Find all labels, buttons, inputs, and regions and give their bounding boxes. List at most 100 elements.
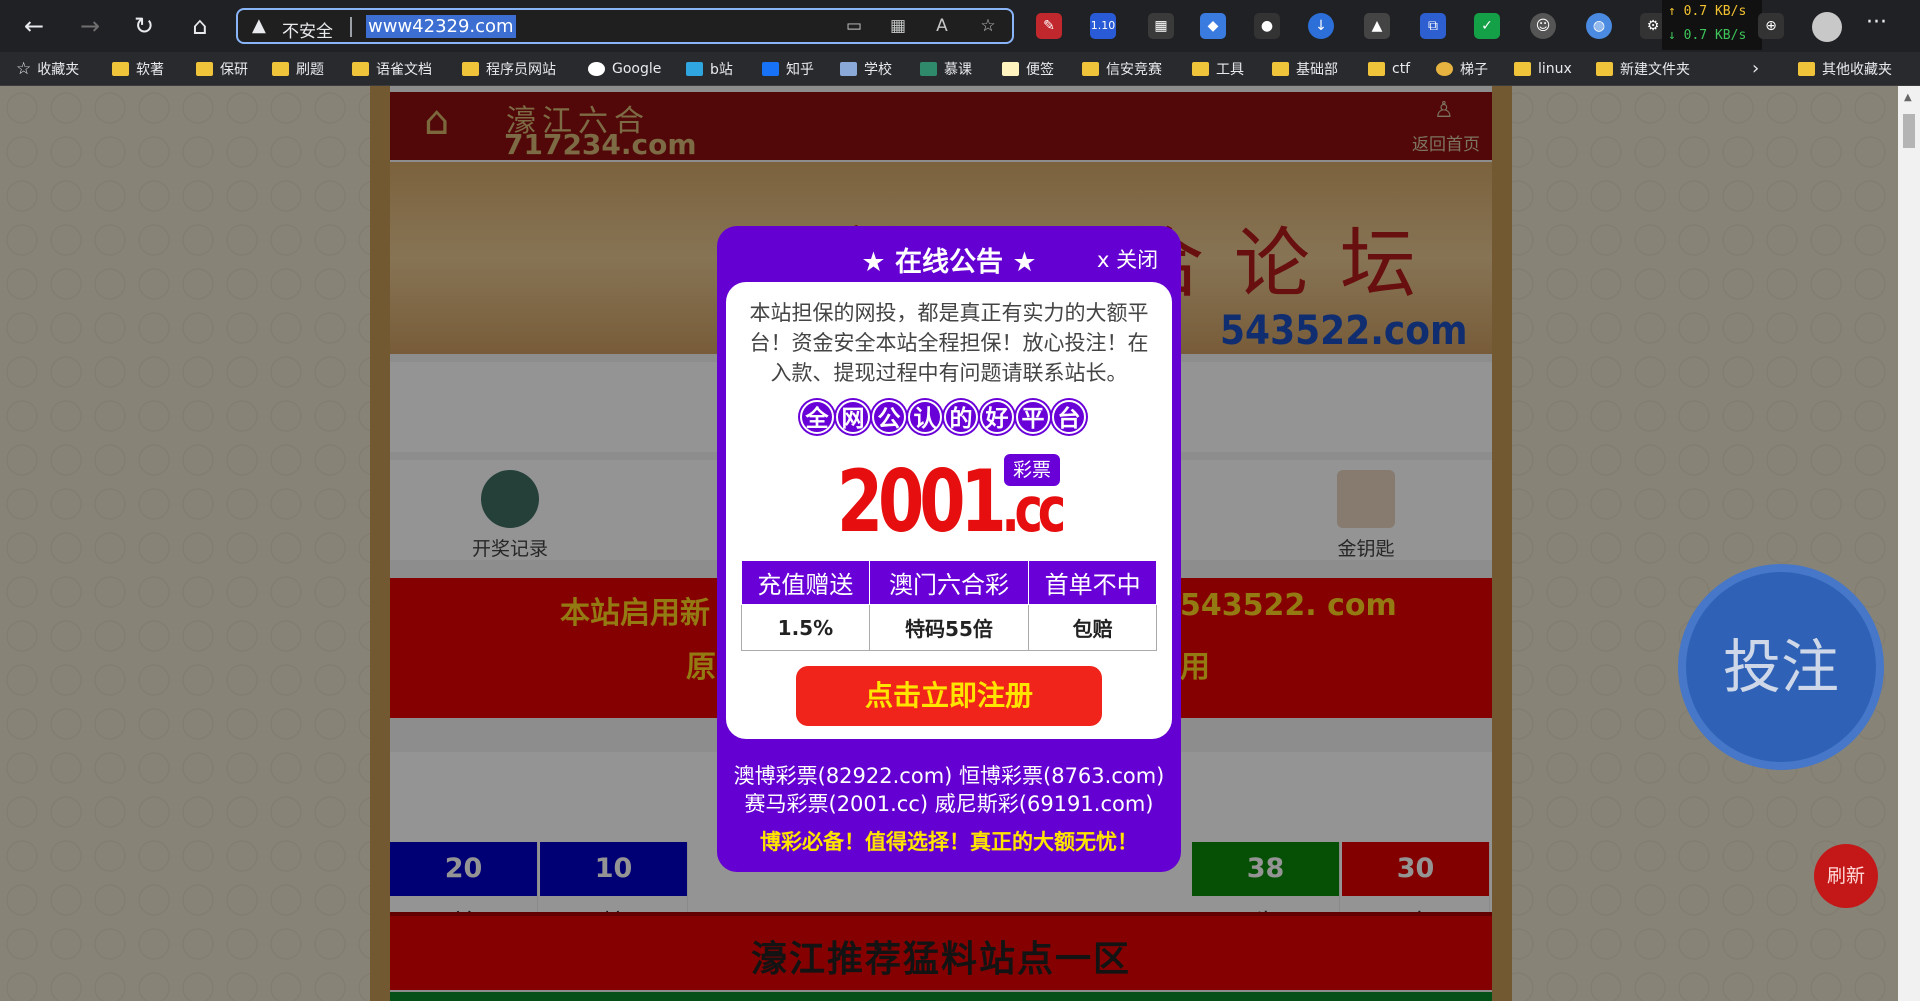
other-bookmarks[interactable]: 其他收藏夹 [1798, 58, 1892, 80]
favorite-star-icon[interactable]: ☆ [976, 16, 1000, 38]
bookmark-label: 学校 [864, 62, 892, 78]
bet-button[interactable]: 投注 [1678, 564, 1884, 770]
cast-icon[interactable]: ▭ [842, 16, 866, 38]
table-header: 充值赠送 [741, 560, 870, 605]
register-button[interactable]: 点击立即注册 [796, 666, 1102, 726]
extension-blue-icon[interactable]: ◆ [1200, 13, 1226, 39]
page-scrollbar[interactable]: ▲ [1898, 86, 1920, 1001]
scrollbar-thumb[interactable] [1903, 114, 1915, 148]
bookmark-label: 软著 [136, 62, 164, 78]
folder-icon [1192, 62, 1209, 76]
slogan-pill: 认 [908, 400, 942, 434]
more-menu-icon[interactable]: ··· [1866, 10, 1887, 35]
bookmark-label: 程序员网站 [486, 62, 556, 78]
extension-glasses-icon[interactable]: ● [1254, 13, 1280, 39]
slogan-pill: 公 [872, 400, 906, 434]
read-aloud-icon[interactable]: A [930, 16, 954, 38]
folder-icon [1368, 62, 1385, 76]
bookmark-item[interactable]: 保研 [196, 58, 248, 80]
shield-check-icon[interactable]: ✓ [1474, 13, 1500, 39]
ladder-icon [1436, 62, 1453, 76]
forward-icon[interactable]: → [74, 10, 106, 42]
close-button[interactable]: x 关闭 [1097, 244, 1158, 274]
bookmark-item[interactable]: 程序员网站 [462, 58, 556, 80]
table-cell: 1.5% [741, 604, 870, 651]
bookmark-label: 其他收藏夹 [1822, 62, 1892, 78]
collections-icon[interactable]: ⊕ [1758, 13, 1784, 39]
bookmark-item[interactable]: 信安竞赛 [1082, 58, 1162, 80]
bookmark-item[interactable]: ctf [1368, 58, 1410, 80]
slogan-pill: 网 [836, 400, 870, 434]
google-icon [588, 62, 605, 76]
back-icon[interactable]: ← [18, 10, 50, 42]
modal-card: 本站担保的网投，都是真正有实力的大额平台！资金安全本站全程担保！放心投注！在入款… [726, 282, 1172, 739]
bookmark-item[interactable]: 语雀文档 [352, 58, 432, 80]
folder-icon [196, 62, 213, 76]
download-icon[interactable]: ↓ [1308, 13, 1334, 39]
folder-icon [1082, 62, 1099, 76]
bookmark-item[interactable]: 基础部 [1272, 58, 1338, 80]
school-icon [840, 62, 857, 76]
promo-domain[interactable]: 2001.cc [757, 452, 1141, 552]
promo-table: 充值赠送 澳门六合彩 首单不中 1.5% 特码55倍 包赔 [741, 560, 1157, 651]
zhihu-icon [762, 62, 779, 76]
scroll-up-icon[interactable]: ▲ [1904, 92, 1912, 103]
table-cell: 包赔 [1028, 604, 1157, 651]
bookmark-item[interactable]: 梯子 [1436, 58, 1488, 80]
table-cell: 特码55倍 [868, 604, 1030, 651]
partner-links[interactable]: 赛马彩票(2001.cc) 威尼斯彩(69191.com) [717, 788, 1181, 818]
url-text[interactable]: www42329.com [366, 15, 516, 38]
bookmark-label: 工具 [1216, 62, 1244, 78]
crop-icon[interactable]: ⧉ [1420, 13, 1446, 39]
bookmark-item[interactable]: 软著 [112, 58, 164, 80]
update-badge-icon[interactable]: 1.10 [1090, 13, 1116, 39]
mountain-icon[interactable]: ▲ [1364, 13, 1390, 39]
bookmark-item[interactable]: ☆ 收藏夹 [16, 58, 79, 80]
qr-icon[interactable]: ▦ [1148, 13, 1174, 39]
bookmark-item[interactable]: 新建文件夹 [1596, 58, 1690, 80]
globe-icon[interactable]: ◍ [1586, 13, 1612, 39]
bookmark-item[interactable]: 慕课 [920, 58, 972, 80]
bookmark-item[interactable]: 学校 [840, 58, 892, 80]
partner-links[interactable]: 澳博彩票(82922.com) 恒博彩票(8763.com) [717, 760, 1181, 790]
bookmark-item[interactable]: linux [1514, 58, 1572, 80]
bookmark-label: linux [1538, 61, 1572, 77]
apps-icon[interactable]: ▦ [886, 16, 910, 38]
bookmark-item[interactable]: 便签 [1002, 58, 1054, 80]
reload-icon[interactable]: ↻ [128, 10, 160, 42]
folder-icon [352, 62, 369, 76]
slogan-pill: 平 [1016, 400, 1050, 434]
extension-red-icon[interactable]: ✎ [1036, 13, 1062, 39]
profile-avatar[interactable] [1812, 12, 1842, 42]
mooc-icon [920, 62, 937, 76]
chevron-right-icon[interactable]: › [1752, 58, 1759, 79]
folder-icon [1596, 62, 1613, 76]
note-icon [1002, 62, 1019, 76]
network-speed-widget: ↑ 0.7 KB/s ↓ 0.7 KB/s [1662, 0, 1762, 50]
modal-message: 本站担保的网投，都是真正有实力的大额平台！资金安全本站全程担保！放心投注！在入款… [749, 301, 1149, 385]
folder-icon [1272, 62, 1289, 76]
bookmark-label: Google [612, 61, 662, 77]
address-bar[interactable]: ▲ 不安全 www42329.com ▭ ▦ A ☆ [236, 8, 1014, 44]
folder-icon [112, 62, 129, 76]
lottery-tag: 彩票 [1004, 454, 1060, 486]
bookmark-item[interactable]: 刷题 [272, 58, 324, 80]
home-icon[interactable]: ⌂ [184, 10, 216, 42]
bookmark-label: 刷题 [296, 62, 324, 78]
slogan-pills: 全 网 公 认 的 好 平 台 [800, 400, 1086, 434]
bookmark-label: b站 [710, 62, 733, 78]
bookmark-item[interactable]: 工具 [1192, 58, 1244, 80]
folder-icon [1798, 62, 1815, 76]
slogan-pill: 全 [800, 400, 834, 434]
warning-icon[interactable]: ▲ [252, 15, 266, 36]
refresh-button[interactable]: 刷新 [1814, 844, 1878, 908]
divider [350, 17, 352, 37]
bookmark-item[interactable]: b站 [686, 58, 733, 80]
bookmark-label: 语雀文档 [376, 62, 432, 78]
bookmark-item[interactable]: Google [588, 58, 661, 80]
bookmark-label: 基础部 [1296, 62, 1338, 78]
bookmark-item[interactable]: 知乎 [762, 58, 814, 80]
slogan-pill: 的 [944, 400, 978, 434]
insecure-label[interactable]: 不安全 [282, 17, 333, 42]
avatar-extension-icon[interactable]: ☺ [1530, 13, 1556, 39]
